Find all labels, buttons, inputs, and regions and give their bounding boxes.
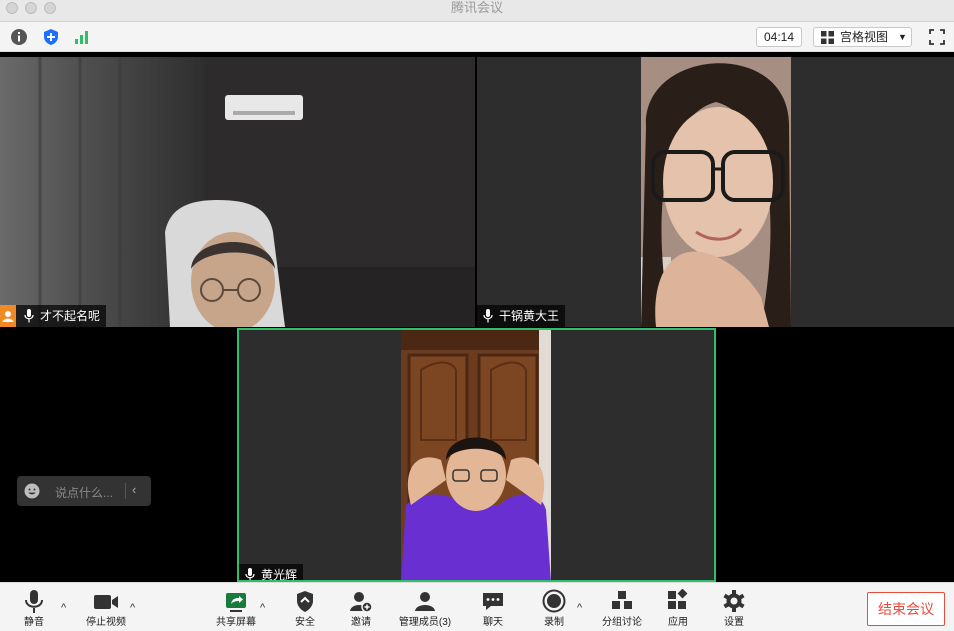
shield-icon[interactable] (42, 28, 60, 46)
participant-name: 干锅黄大王 (499, 309, 560, 323)
add-user-icon (350, 592, 373, 613)
shield-icon (297, 591, 313, 612)
settings-button[interactable]: 设置 (722, 587, 746, 629)
microphone-icon (245, 568, 255, 580)
participant-video (641, 57, 791, 327)
apps-icon (668, 589, 688, 609)
gear-icon (723, 590, 745, 612)
participant-name-tag: 才不起名呢 (0, 305, 107, 327)
record-button[interactable]: 录制 (541, 587, 567, 629)
video-tile[interactable]: 干锅黄大王 (477, 57, 954, 327)
video-tile[interactable]: 才不起名呢 (0, 57, 475, 327)
video-options-caret-icon[interactable]: ^ (130, 602, 135, 614)
active-speaker-tile[interactable]: 黄光辉 (237, 328, 716, 582)
signal-icon[interactable] (73, 28, 91, 46)
participant-name: 才不起名呢 (40, 309, 101, 323)
host-icon (0, 305, 16, 327)
microphone-icon (25, 590, 43, 613)
mute-options-caret-icon[interactable]: ^ (61, 602, 66, 614)
breakout-rooms-button[interactable]: 分组讨论 (602, 587, 642, 629)
mute-label: 静音 (24, 617, 44, 628)
info-icon[interactable] (10, 28, 28, 46)
window-title: 腾讯会议 (450, 0, 503, 15)
view-mode-label: 宫格视图 (840, 30, 889, 44)
manage-members-label: 管理成员(3) (398, 617, 452, 628)
microphone-icon (24, 309, 34, 323)
share-screen-label: 共享屏幕 (216, 617, 256, 628)
chat-label: 聊天 (483, 617, 503, 628)
participant-name-tag: 干锅黄大王 (477, 305, 566, 327)
video-camera-icon (94, 595, 118, 609)
chat-bubble-icon (483, 593, 503, 610)
apps-label: 应用 (668, 617, 688, 628)
fullscreen-icon[interactable] (928, 28, 946, 46)
meeting-toolbar: 静音 ^ 停止视频 ^ 共享屏幕 ^ 安全 邀请 管理成员(3) 聊天 录制 ^… (0, 582, 954, 631)
grid-view-icon (821, 31, 834, 44)
chat-quick-input[interactable]: 说点什么... ‹ (17, 476, 151, 506)
mute-button[interactable]: 静音 (18, 587, 50, 629)
members-icon (415, 592, 435, 611)
participant-video (0, 57, 475, 327)
security-button[interactable]: 安全 (291, 587, 319, 629)
caret-down-icon: ▼ (898, 32, 907, 42)
view-mode-dropdown[interactable]: 宫格视图 ▼ (813, 27, 912, 47)
breakout-rooms-label: 分组讨论 (602, 617, 642, 628)
chat-placeholder: 说点什么... (55, 486, 114, 500)
manage-members-button[interactable]: 管理成员(3) (399, 587, 451, 629)
participant-name-tag: 黄光辉 (239, 564, 304, 582)
video-grid: 才不起名呢 干锅黄大王 黄光辉 说点什么... ‹ (0, 52, 954, 582)
participant-name: 黄光辉 (261, 568, 298, 582)
record-options-caret-icon[interactable]: ^ (577, 602, 582, 614)
invite-button[interactable]: 邀请 (346, 587, 376, 629)
record-icon (542, 589, 566, 613)
participant-video (401, 330, 551, 580)
window-titlebar: 腾讯会议 (0, 0, 954, 22)
breakout-rooms-icon (612, 591, 632, 609)
microphone-icon (483, 309, 493, 323)
end-meeting-button[interactable]: 结束会议 (867, 592, 945, 626)
record-label: 录制 (544, 617, 564, 628)
stop-video-label: 停止视频 (86, 617, 126, 628)
share-screen-button[interactable]: 共享屏幕 (216, 587, 256, 629)
security-label: 安全 (295, 617, 315, 628)
collapse-chevron-icon[interactable]: ‹ (132, 482, 136, 497)
stop-video-button[interactable]: 停止视频 (84, 587, 128, 629)
settings-label: 设置 (724, 617, 744, 628)
meeting-info-bar: 04:14 宫格视图 ▼ (0, 22, 954, 52)
invite-label: 邀请 (351, 617, 371, 628)
share-options-caret-icon[interactable]: ^ (260, 602, 265, 614)
share-screen-icon (226, 593, 246, 612)
divider (125, 483, 126, 499)
emoji-icon[interactable] (24, 483, 40, 499)
meeting-timer: 04:14 (756, 27, 802, 47)
apps-button[interactable]: 应用 (666, 587, 690, 629)
chat-button[interactable]: 聊天 (479, 587, 507, 629)
